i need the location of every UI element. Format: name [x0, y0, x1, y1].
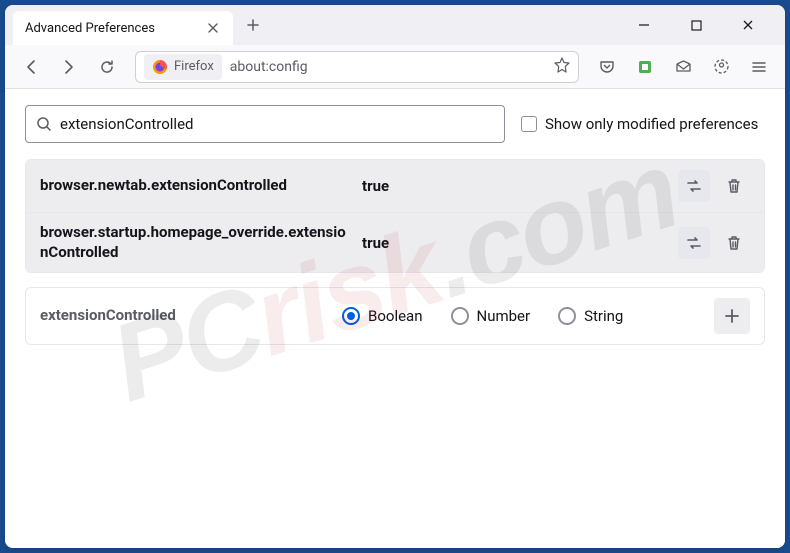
delete-button[interactable]	[718, 227, 750, 259]
type-radio-group: Boolean Number String	[342, 307, 702, 325]
radio-icon	[451, 307, 469, 325]
radio-label: String	[584, 307, 623, 325]
pref-row[interactable]: browser.startup.homepage_override.extens…	[26, 212, 764, 272]
pref-name: browser.newtab.extensionControlled	[40, 176, 350, 196]
url-bar[interactable]: Firefox	[135, 51, 579, 83]
identity-label: Firefox	[174, 59, 214, 74]
radio-label: Number	[477, 307, 531, 325]
firefox-logo-icon	[152, 59, 168, 75]
extension-button[interactable]	[629, 51, 661, 83]
nav-toolbar: Firefox	[5, 45, 785, 89]
url-input[interactable]	[230, 59, 546, 75]
forward-button[interactable]	[53, 51, 85, 83]
account-button[interactable]	[705, 51, 737, 83]
tab-title: Advanced Preferences	[25, 21, 197, 36]
titlebar: Advanced Preferences	[5, 5, 785, 45]
add-pref-button[interactable]	[714, 298, 750, 334]
show-modified-checkbox[interactable]: Show only modified preferences	[521, 115, 758, 133]
toggle-button[interactable]	[678, 227, 710, 259]
pref-search-box[interactable]	[25, 105, 505, 143]
new-pref-row: extensionControlled Boolean Number Strin…	[25, 287, 765, 345]
delete-button[interactable]	[718, 170, 750, 202]
reload-button[interactable]	[91, 51, 123, 83]
minimize-button[interactable]	[627, 10, 661, 40]
search-row: Show only modified preferences	[25, 105, 765, 143]
active-tab[interactable]: Advanced Preferences	[13, 11, 233, 45]
checkbox-icon	[521, 116, 537, 132]
pref-value: true	[362, 177, 666, 195]
maximize-button[interactable]	[679, 10, 713, 40]
close-tab-icon[interactable]	[205, 20, 221, 36]
bookmark-star-icon[interactable]	[554, 57, 570, 77]
radio-icon	[558, 307, 576, 325]
radio-label: Boolean	[368, 307, 423, 325]
radio-icon	[342, 307, 360, 325]
new-tab-button[interactable]	[239, 11, 267, 39]
pocket-button[interactable]	[591, 51, 623, 83]
radio-boolean[interactable]: Boolean	[342, 307, 423, 325]
results-table: browser.newtab.extensionControlled true …	[25, 159, 765, 273]
back-button[interactable]	[15, 51, 47, 83]
checkbox-label: Show only modified preferences	[545, 115, 758, 133]
browser-window: Advanced Preferences Firefox	[5, 5, 785, 548]
inbox-button[interactable]	[667, 51, 699, 83]
window-controls	[627, 10, 777, 40]
pref-row[interactable]: browser.newtab.extensionControlled true	[26, 160, 764, 212]
about-config-page: Show only modified preferences browser.n…	[5, 89, 785, 548]
toggle-button[interactable]	[678, 170, 710, 202]
radio-number[interactable]: Number	[451, 307, 531, 325]
pref-name: browser.startup.homepage_override.extens…	[40, 223, 350, 262]
radio-string[interactable]: String	[558, 307, 623, 325]
search-icon	[36, 116, 52, 132]
close-window-button[interactable]	[731, 10, 765, 40]
new-pref-name: extensionControlled	[40, 306, 330, 326]
app-menu-button[interactable]	[743, 51, 775, 83]
pref-search-input[interactable]	[60, 115, 494, 133]
identity-box[interactable]: Firefox	[144, 54, 222, 80]
pref-value: true	[362, 234, 666, 252]
